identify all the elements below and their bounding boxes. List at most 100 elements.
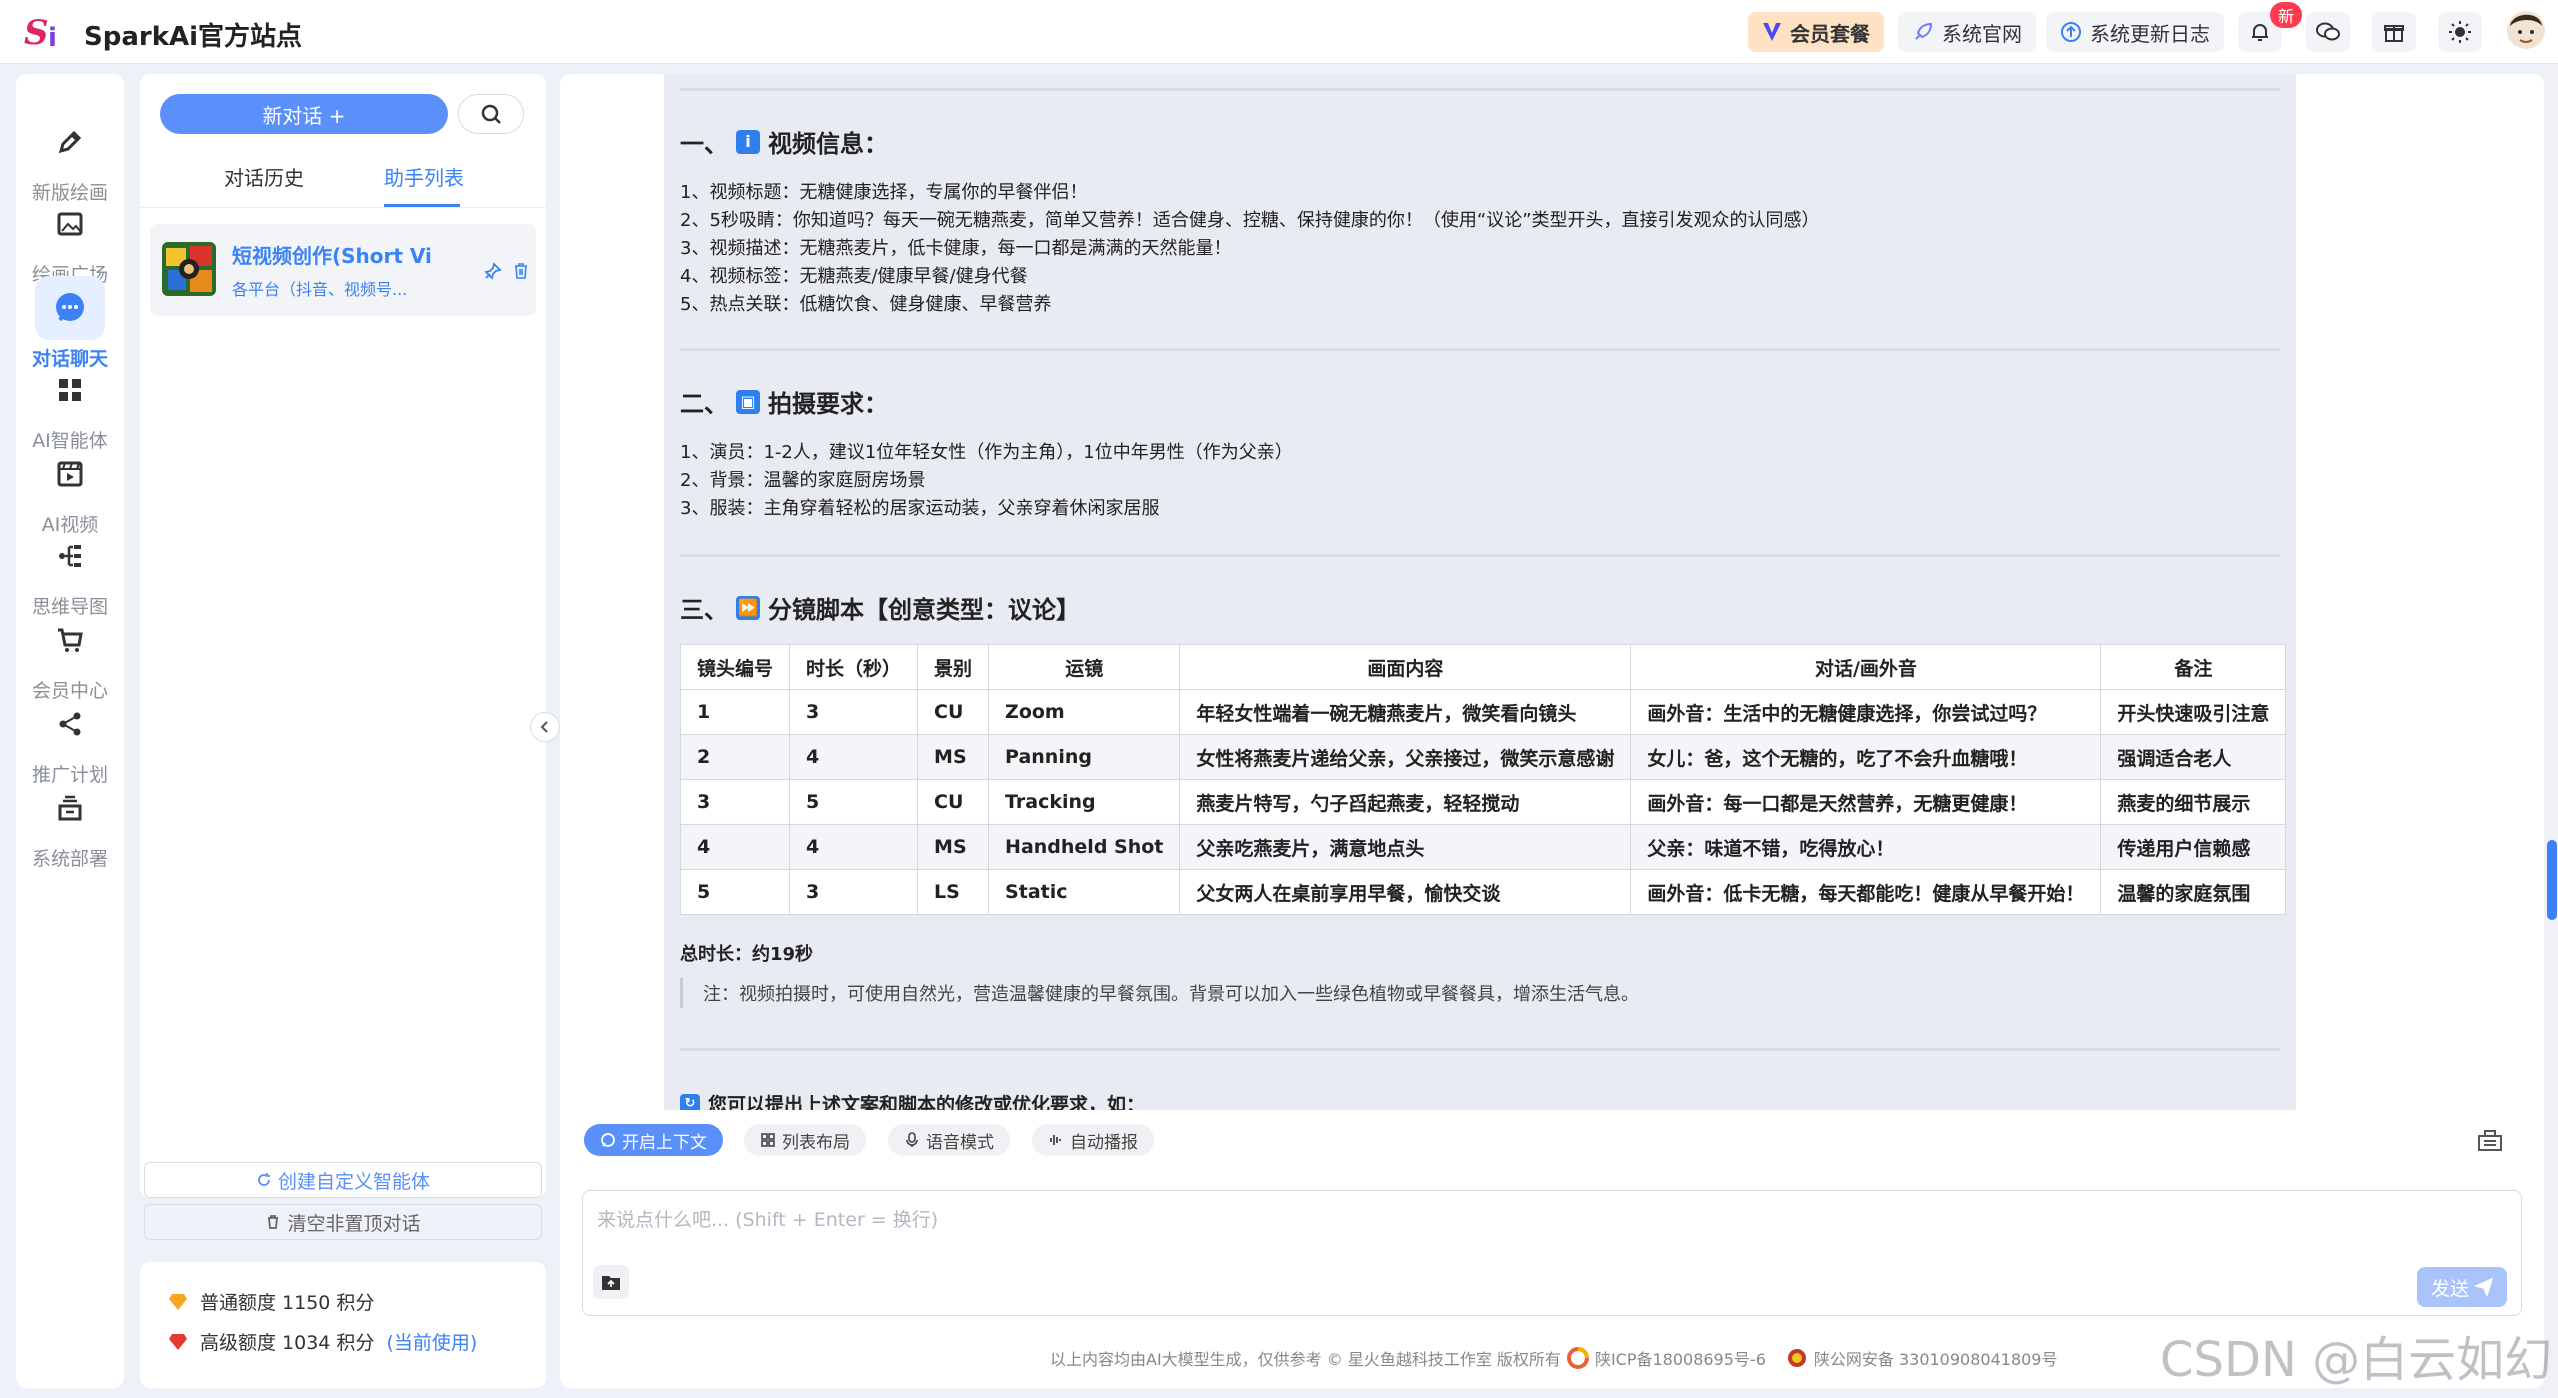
message-input[interactable]: 来说点什么吧... (Shift + Enter = 换行) 发送	[582, 1190, 2522, 1316]
list-layout-label: 列表布局	[782, 1132, 850, 1153]
clear-chats-button[interactable]: 清空非置顶对话	[144, 1204, 542, 1240]
page-scrollbar[interactable]	[2546, 66, 2558, 1398]
changelog-label: 系统更新日志	[2090, 21, 2210, 46]
section-number: 二、	[680, 390, 728, 418]
tab-chat-history[interactable]: 对话历史	[224, 162, 304, 191]
divider	[680, 1048, 2280, 1051]
context-toggle-button[interactable]: 开启上下文	[584, 1124, 723, 1156]
table-cell: 传递用户信赖感	[2100, 824, 2287, 870]
svg-text:i: i	[48, 23, 57, 53]
col-header: 运镜	[988, 644, 1181, 690]
shooting-line: 2、背景：温馨的家庭厨房场景	[680, 470, 926, 491]
trash-icon	[268, 1215, 279, 1229]
brand-name: SparkAi官方站点	[84, 22, 303, 52]
diamond-red-icon	[169, 1333, 187, 1350]
table-cell: 2	[679, 734, 791, 780]
section-number: 一、	[680, 130, 728, 158]
user-avatar[interactable]	[2506, 8, 2546, 52]
table-row: 3 5 CU Tracking 燕麦片特写，勺子舀起燕麦，轻轻搅动 画外音：每一…	[679, 779, 2287, 825]
info-line: 4、视频标签：无糖燕麦/健康早餐/健身代餐	[680, 266, 1028, 287]
gift-button[interactable]	[2372, 12, 2416, 52]
assistant-item[interactable]: 短视频创作(Short Vide 各平台（抖音、视频号...	[150, 224, 536, 316]
upgrade-icon	[2061, 22, 2081, 42]
current-use-link[interactable]: (当前使用)	[386, 1328, 477, 1355]
sparkai-logo[interactable]: S i	[24, 10, 70, 54]
list-layout-button[interactable]: 列表布局	[744, 1124, 866, 1156]
new-chat-button[interactable]: 新对话 +	[160, 94, 448, 134]
table-cell: MS	[917, 734, 990, 780]
info-line: 2、5秒吸睛：你知道吗？每天一碗无糖燕麦，简单又营养！适合健身、控糖、保持健康的…	[680, 210, 1820, 231]
tabs-divider	[140, 207, 546, 208]
pin-icon[interactable]	[484, 262, 502, 280]
footer-icp[interactable]: 陕ICP备18008695号-6	[1595, 1346, 1766, 1370]
auto-play-button[interactable]: 自动播报	[1032, 1124, 1154, 1156]
section-shooting-heading: 二、 ▣ 拍摄要求：	[680, 384, 888, 419]
chat-main: 一、 i 视频信息： 1、视频标题：无糖健康选择，专属你的早餐伴侣！ 2、5秒吸…	[560, 74, 2544, 1388]
table-cell: 5	[789, 779, 919, 825]
send-button[interactable]: 发送	[2417, 1267, 2507, 1307]
wechat-icon	[2316, 22, 2340, 41]
premium-quota: 高级额度 1034 积分 (当前使用)	[168, 1328, 477, 1355]
table-row: 5 3 LS Static 父女两人在桌前享用早餐，愉快交谈 画外音：低卡无糖，…	[679, 869, 2287, 915]
rail-item-deploy[interactable]: 系统部署	[16, 776, 124, 896]
chat-icon	[56, 293, 84, 322]
col-header: 备注	[2100, 644, 2287, 690]
theme-toggle-button[interactable]	[2438, 12, 2482, 52]
chevron-left-icon	[540, 721, 548, 733]
table-cell: Zoom	[988, 689, 1181, 735]
vip-label: 会员套餐	[1790, 21, 1870, 46]
top-bar: S i SparkAi官方站点 会员套餐 系统官网 系统更新日志 新	[0, 0, 2558, 64]
section-title: 分镜脚本【创意类型：议论】	[768, 596, 1080, 624]
divider	[680, 554, 2280, 557]
search-button[interactable]	[458, 94, 524, 134]
note-blockquote: 注：视频拍摄时，可使用自然光，营造温馨健康的早餐氛围。背景可以加入一些绿色植物或…	[680, 978, 1639, 1008]
tab-assistant-list[interactable]: 助手列表	[384, 162, 464, 191]
table-cell: Panning	[988, 734, 1181, 780]
scrollbar-thumb[interactable]	[2547, 840, 2557, 920]
trash-icon[interactable]	[512, 262, 530, 280]
changelog-button[interactable]: 系统更新日志	[2046, 12, 2224, 52]
table-cell: 3	[789, 689, 919, 735]
official-site-label: 系统官网	[1942, 21, 2022, 46]
create-agent-label: 创建自定义智能体	[277, 1170, 430, 1193]
keyboard-icon[interactable]	[2476, 1126, 2504, 1154]
collapse-sidebar-button[interactable]	[530, 712, 560, 742]
official-site-button[interactable]: 系统官网	[1898, 12, 2036, 52]
table-cell: 4	[789, 734, 919, 780]
normal-quota: 普通额度 1150 积分	[168, 1288, 374, 1315]
table-cell: 强调适合老人	[2100, 734, 2287, 780]
wechat-button[interactable]	[2306, 12, 2350, 52]
info-line: 1、视频标题：无糖健康选择，专属你的早餐伴侣！	[680, 182, 1088, 203]
rocket-icon	[1915, 22, 1933, 40]
assistant-message: 一、 i 视频信息： 1、视频标题：无糖健康选择，专属你的早餐伴侣！ 2、5秒吸…	[664, 74, 2296, 1110]
col-header: 镜头编号	[679, 644, 791, 690]
revision-prompt-text: 您可以提出上述文案和脚本的修改或优化要求，如：	[708, 1094, 1146, 1110]
section-number: 三、	[680, 596, 728, 624]
upload-button[interactable]	[593, 1265, 629, 1299]
table-cell: CU	[917, 779, 990, 825]
vip-plans-button[interactable]: 会员套餐	[1748, 12, 1884, 52]
assistant-thumbnail	[162, 242, 216, 296]
pen-icon	[58, 130, 82, 154]
paper-plane-icon	[2475, 1278, 2493, 1296]
table-cell: 燕麦片特写，勺子舀起燕麦，轻轻搅动	[1179, 779, 1632, 825]
search-icon	[481, 104, 501, 124]
footer-disclaimer: 以上内容均由AI大模型生成，仅供参考 © 星火鱼越科技工作室 版权所有	[1050, 1350, 1561, 1369]
mindmap-icon	[59, 545, 81, 567]
table-cell: Handheld Shot	[988, 824, 1181, 870]
table-cell: 燕麦的细节展示	[2100, 779, 2287, 825]
create-custom-agent-button[interactable]: 创建自定义智能体	[144, 1162, 542, 1198]
voice-mode-button[interactable]: 语音模式	[888, 1124, 1010, 1156]
footer-police[interactable]: 陕公网安备 33010908041809号	[1814, 1346, 2058, 1370]
table-cell: Tracking	[988, 779, 1181, 825]
shooting-line: 3、服装：主角穿着轻松的居家运动装，父亲穿着休闲家居服	[680, 498, 1160, 519]
table-cell: 女性将燕麦片递给父亲，父亲接过，微笑示意感谢	[1179, 734, 1632, 780]
folder-upload-icon	[602, 1276, 620, 1290]
table-cell: 画外音：每一口都是天然营养，无糖更健康！	[1630, 779, 2102, 825]
table-cell: CU	[917, 689, 990, 735]
footer: 以上内容均由AI大模型生成，仅供参考 © 星火鱼越科技工作室 版权所有 陕ICP…	[1050, 1346, 2057, 1370]
section-script-heading: 三、 ⏩ 分镜脚本【创意类型：议论】	[680, 590, 1080, 625]
voice-mode-label: 语音模式	[926, 1132, 994, 1153]
table-cell: 4	[679, 824, 791, 870]
share-icon	[59, 712, 81, 736]
